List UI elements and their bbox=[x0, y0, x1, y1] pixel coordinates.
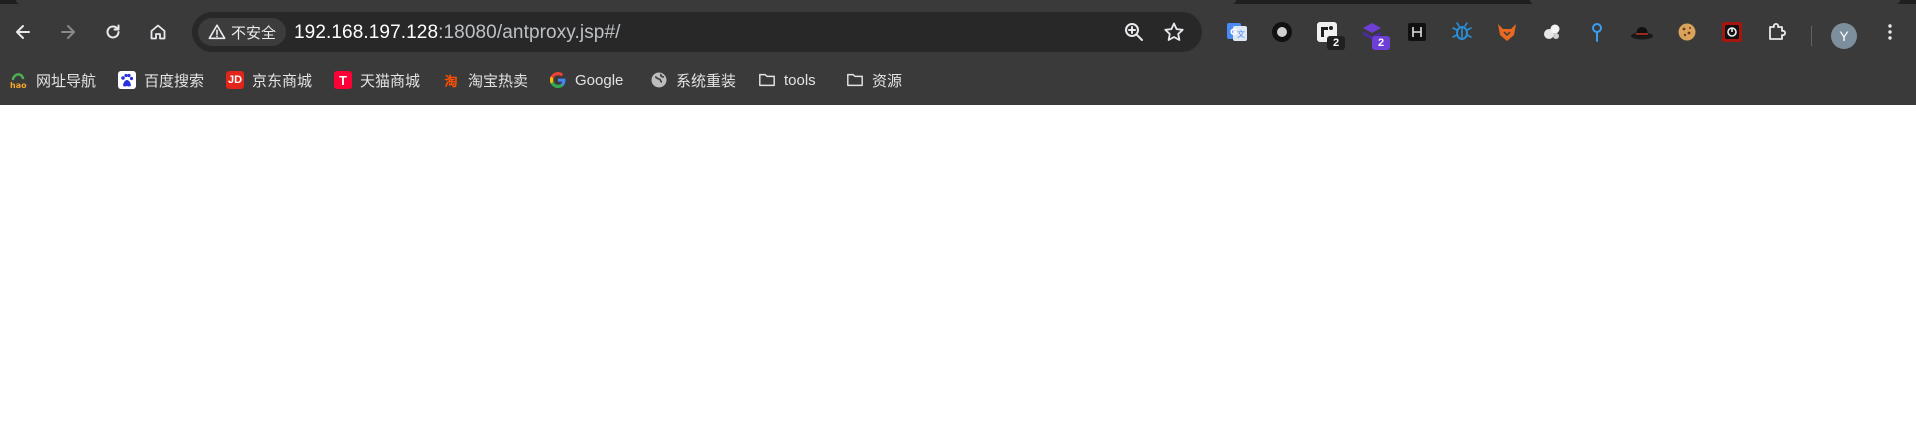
kebab-menu-icon bbox=[1888, 24, 1892, 40]
extension-cookie[interactable] bbox=[1673, 18, 1701, 46]
bookmark-label: 天猫商城 bbox=[360, 72, 421, 90]
arrow-left-icon bbox=[16, 25, 30, 39]
star-icon bbox=[1164, 22, 1184, 41]
url-text[interactable]: 192.168.197.128:18080/antproxy.jsp#/ bbox=[294, 22, 621, 44]
tmall-icon: T bbox=[334, 71, 352, 89]
record-icon bbox=[1272, 22, 1292, 42]
security-label: 不安全 bbox=[231, 24, 277, 42]
extension-google-translate[interactable]: G文 bbox=[1223, 18, 1251, 46]
profile-avatar[interactable]: Y bbox=[1831, 23, 1857, 49]
svg-text:hao: hao bbox=[10, 81, 27, 89]
extension-tag-assistant[interactable]: 2 bbox=[1313, 18, 1345, 50]
puzzle-piece-icon bbox=[1769, 23, 1786, 40]
extension-hat[interactable] bbox=[1628, 18, 1656, 46]
bookmark-label: 京东商城 bbox=[252, 72, 313, 90]
zoom-button[interactable] bbox=[1122, 20, 1146, 44]
reload-button[interactable] bbox=[95, 14, 131, 50]
warning-icon bbox=[208, 24, 226, 40]
google-icon bbox=[549, 71, 567, 89]
cookie-icon bbox=[1678, 23, 1696, 41]
bookmark-label: 系统重装 bbox=[676, 72, 737, 90]
extension-badge: 2 bbox=[1327, 36, 1345, 50]
bookmark-label: 资源 bbox=[872, 72, 903, 90]
bookmark-label: 百度搜索 bbox=[144, 72, 205, 90]
bookmark-item[interactable]: JD 京东商城 bbox=[226, 66, 312, 94]
hackbar-icon bbox=[1408, 23, 1426, 41]
extension-location[interactable] bbox=[1583, 18, 1611, 46]
bookmark-folder[interactable]: tools bbox=[758, 66, 816, 94]
toolbar-divider bbox=[1811, 26, 1812, 46]
bookmark-item[interactable]: Google bbox=[549, 66, 623, 94]
location-pin-icon bbox=[1592, 23, 1602, 42]
bookmark-item[interactable]: 淘 淘宝热卖 bbox=[442, 66, 528, 94]
bookmark-item[interactable]: 百度搜索 bbox=[118, 66, 204, 94]
folder-icon bbox=[758, 71, 776, 89]
hao123-icon: hao bbox=[10, 71, 28, 89]
hat-icon bbox=[1631, 27, 1653, 40]
cookie-cluster-icon bbox=[1544, 24, 1560, 39]
bookmark-item[interactable]: T 天猫商城 bbox=[334, 66, 420, 94]
google-translate-icon: G文 bbox=[1227, 23, 1247, 41]
jd-icon: JD bbox=[226, 71, 244, 89]
svg-text:文: 文 bbox=[1237, 29, 1245, 39]
bug-icon bbox=[1452, 22, 1472, 40]
bookmark-folder[interactable]: 资源 bbox=[846, 66, 902, 94]
zoom-in-icon bbox=[1125, 23, 1143, 41]
security-indicator[interactable]: 不安全 bbox=[198, 18, 286, 46]
extension-badge: 2 bbox=[1372, 36, 1390, 50]
reload-icon bbox=[106, 24, 120, 39]
browser-chrome: 不安全 192.168.197.128:18080/antproxy.jsp#/… bbox=[0, 0, 1916, 105]
url-path: :18080/antproxy.jsp#/ bbox=[438, 22, 621, 43]
back-button[interactable] bbox=[5, 14, 41, 50]
bookmark-item[interactable]: hao 网址导航 bbox=[10, 66, 96, 94]
foxyproxy-icon bbox=[1498, 24, 1516, 41]
globe-icon bbox=[650, 71, 668, 89]
extension-record[interactable] bbox=[1268, 18, 1296, 46]
arrow-right-icon bbox=[61, 25, 75, 39]
extension-cookie-cluster[interactable] bbox=[1538, 18, 1566, 46]
bookmark-item[interactable]: 系统重装 bbox=[650, 66, 736, 94]
home-icon bbox=[150, 24, 166, 40]
page-content bbox=[0, 105, 1916, 426]
bookmark-label: Google bbox=[575, 71, 624, 89]
extension-bug[interactable] bbox=[1448, 18, 1476, 46]
bookmark-label: 网址导航 bbox=[36, 72, 97, 90]
extension-hackbar[interactable] bbox=[1403, 18, 1431, 46]
extension-wappalyzer[interactable]: 2 bbox=[1358, 18, 1390, 50]
folder-icon bbox=[846, 71, 864, 89]
bookmark-label: 淘宝热卖 bbox=[468, 72, 529, 90]
baidu-icon bbox=[118, 71, 136, 89]
record-box-icon bbox=[1722, 22, 1742, 42]
extensions-menu-button[interactable] bbox=[1763, 18, 1791, 46]
browser-menu-button[interactable] bbox=[1872, 14, 1908, 50]
taobao-icon: 淘 bbox=[444, 73, 458, 89]
forward-button[interactable] bbox=[50, 14, 86, 50]
bookmark-star-button[interactable] bbox=[1162, 20, 1186, 44]
bookmarks-bar: hao 网址导航 百度搜索 JD 京东商城 T 天猫商城 淘 淘宝热卖 Goog… bbox=[0, 62, 1916, 98]
toolbar: 不安全 192.168.197.128:18080/antproxy.jsp#/… bbox=[0, 4, 1916, 60]
bookmark-label: tools bbox=[784, 71, 816, 89]
home-button[interactable] bbox=[140, 14, 176, 50]
extension-record-box[interactable] bbox=[1718, 18, 1746, 46]
address-bar[interactable]: 不安全 192.168.197.128:18080/antproxy.jsp#/ bbox=[192, 12, 1202, 52]
url-host: 192.168.197.128 bbox=[294, 22, 439, 43]
extension-foxyproxy[interactable] bbox=[1493, 18, 1521, 46]
